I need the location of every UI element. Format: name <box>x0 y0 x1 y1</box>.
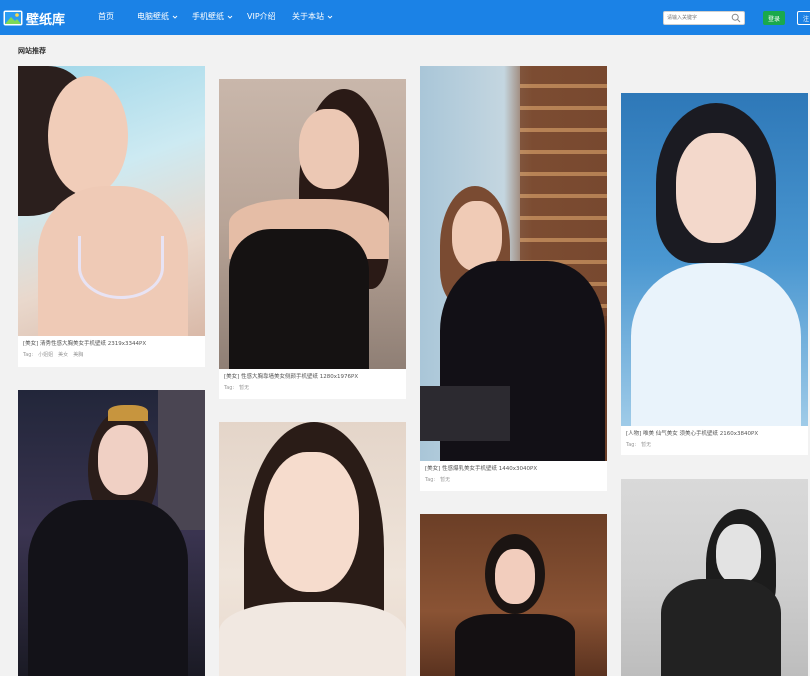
wallpaper-image[interactable] <box>621 479 808 676</box>
tag-link[interactable]: 美胸 <box>73 352 83 358</box>
search-input[interactable] <box>667 13 729 23</box>
search-icon[interactable] <box>731 13 741 23</box>
wallpaper-image[interactable] <box>18 390 205 676</box>
wallpaper-image[interactable] <box>621 93 808 426</box>
nav-about[interactable]: 关于本站 <box>292 11 333 22</box>
chevron-down-icon <box>227 15 233 19</box>
card-caption[interactable]: [人物] 唯美 仙气美女 须美心手机壁纸 2160x3840PX <box>626 430 803 438</box>
nav-mobile-wallpaper[interactable]: 手机壁纸 <box>192 11 233 22</box>
wallpaper-image[interactable] <box>420 514 607 676</box>
wallpaper-card[interactable] <box>18 390 205 676</box>
nav-home-label: 首页 <box>98 12 114 21</box>
card-caption[interactable]: [美女] 清秀性感大胸美女手机壁纸 2319x3344PX <box>23 340 200 348</box>
wallpaper-card[interactable] <box>219 422 406 676</box>
wallpaper-card[interactable]: [人物] 唯美 仙气美女 须美心手机壁纸 2160x3840PX Tag: 暂无 <box>621 93 808 455</box>
card-tags: Tag: 暂无 <box>425 477 602 484</box>
wallpaper-image[interactable] <box>219 422 406 676</box>
nav-about-label: 关于本站 <box>292 12 324 21</box>
chevron-down-icon <box>172 15 178 19</box>
tag-link[interactable]: 暂无 <box>641 442 651 448</box>
wallpaper-card[interactable] <box>621 479 808 676</box>
nav-vip[interactable]: VIP介绍 <box>247 11 276 22</box>
nav-home[interactable]: 首页 <box>98 11 114 22</box>
register-button[interactable]: 注 <box>797 11 810 25</box>
wallpaper-image[interactable] <box>18 66 205 336</box>
nav-desktop-wallpaper[interactable]: 电脑壁纸 <box>137 11 178 22</box>
top-nav-bar: 壁纸库 首页 电脑壁纸 手机壁纸 VIP介绍 关于本站 登录 注 <box>0 0 810 35</box>
chevron-down-icon <box>327 15 333 19</box>
tag-link[interactable]: 暂无 <box>440 477 450 483</box>
wallpaper-card[interactable] <box>420 514 607 676</box>
tag-label: Tag: <box>425 477 436 483</box>
tag-label: Tag: <box>626 442 637 448</box>
login-button[interactable]: 登录 <box>763 11 785 25</box>
nav-mobile-wallpaper-label: 手机壁纸 <box>192 12 224 21</box>
wallpaper-card[interactable]: [美女] 性感爆乳美女手机壁纸 1440x3040PX Tag: 暂无 <box>420 66 607 491</box>
wallpaper-image[interactable] <box>219 79 406 369</box>
picture-icon <box>3 10 23 26</box>
card-tags: Tag: 小姐姐 美女 美胸 <box>23 352 200 359</box>
card-tags: Tag: 暂无 <box>224 385 401 392</box>
wallpaper-card[interactable]: [美女] 清秀性感大胸美女手机壁纸 2319x3344PX Tag: 小姐姐 美女美… <box>18 66 205 367</box>
card-tags: Tag: 暂无 <box>626 442 803 449</box>
nav-vip-label: VIP介绍 <box>247 12 276 21</box>
wallpaper-image[interactable] <box>420 66 607 461</box>
tag-label: Tag: <box>23 352 34 358</box>
nav-desktop-wallpaper-label: 电脑壁纸 <box>137 12 169 21</box>
logo-text: 壁纸库 <box>26 12 66 28</box>
card-caption[interactable]: [美女] 性感大胸靠墙美女侧颜手机壁纸 1280x1976PX <box>224 373 401 381</box>
card-caption[interactable]: [美女] 性感爆乳美女手机壁纸 1440x3040PX <box>425 465 602 473</box>
tag-link[interactable]: 美女 <box>58 352 68 358</box>
search-box <box>663 11 745 25</box>
section-title: 网站推荐 <box>18 47 46 55</box>
wallpaper-card[interactable]: [美女] 性感大胸靠墙美女侧颜手机壁纸 1280x1976PX Tag: 暂无 <box>219 79 406 399</box>
tag-link[interactable]: 暂无 <box>239 385 249 391</box>
tag-link[interactable]: 小姐姐 <box>38 352 53 358</box>
site-logo[interactable]: 壁纸库 <box>3 8 65 28</box>
tag-label: Tag: <box>224 385 235 391</box>
